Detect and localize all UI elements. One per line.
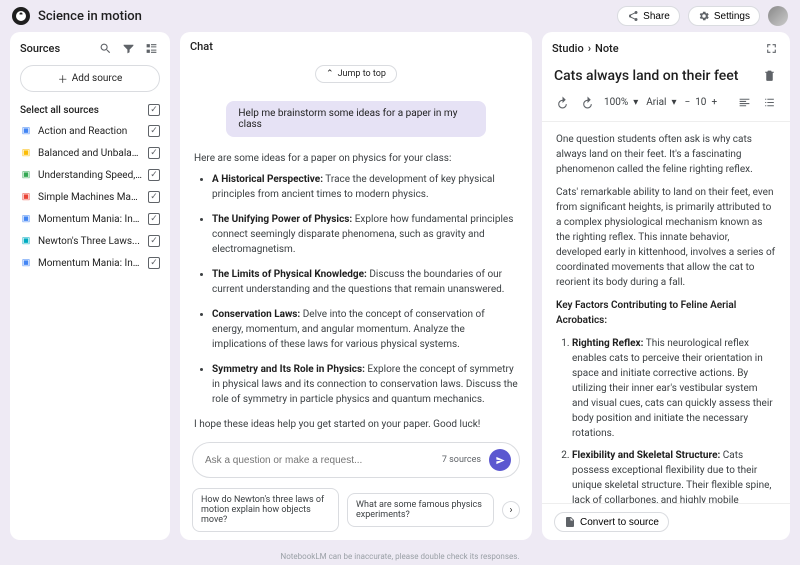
source-item[interactable]: ▣ Simple Machines Make Work Easier... [10, 186, 170, 208]
studio-panel: Studio › Note Cats always land on their … [542, 32, 790, 540]
select-all-row[interactable]: Select all sources [10, 100, 170, 120]
chat-input-container: 7 sources [192, 442, 520, 478]
share-label: Share [643, 11, 670, 22]
doc-icon: ▣ [20, 213, 32, 225]
source-item[interactable]: ▣ Momentum Mania: Investigating th... [10, 208, 170, 230]
doc-icon: ▣ [20, 235, 32, 247]
chat-input[interactable] [205, 455, 434, 466]
source-list: ▣ Action and Reaction ▣ Balanced and Unb… [10, 120, 170, 274]
breadcrumb-leaf: Note [595, 42, 619, 55]
source-checkbox[interactable] [148, 191, 160, 203]
zoom-control[interactable]: 100% ▾ [604, 97, 638, 108]
note-list-item: Flexibility and Skeletal Structure: Cats… [572, 448, 776, 503]
chevron-down-icon: ▾ [633, 97, 638, 108]
assistant-bullet: Conservation Laws: Delve into the concep… [212, 307, 518, 352]
convert-to-source-button[interactable]: Convert to source [554, 512, 669, 532]
doc-icon: ▣ [20, 125, 32, 137]
note-title[interactable]: Cats always land on their feet [554, 68, 761, 84]
assistant-bullet: A Historical Perspective: Trace the deve… [212, 172, 518, 202]
source-checkbox[interactable] [148, 257, 160, 269]
send-button[interactable] [489, 449, 511, 471]
assistant-outro: I hope these ideas help you get started … [194, 417, 518, 432]
note-body[interactable]: One question students often ask is why c… [542, 122, 790, 503]
source-name: Momentum Mania: Investigating th... [38, 258, 142, 269]
source-item[interactable]: ▣ Understanding Speed, Velocity and... [10, 164, 170, 186]
share-button[interactable]: Share [617, 6, 680, 26]
topbar: Science in motion Share Settings [0, 0, 800, 32]
align-icon[interactable] [736, 94, 753, 111]
app-logo [12, 7, 30, 25]
doc-icon: ▣ [20, 169, 32, 181]
sources-panel: Sources ＋ Add source Select all sources … [10, 32, 170, 540]
expand-icon[interactable] [763, 40, 780, 57]
note-list-item: Righting Reflex: This neurological refle… [572, 336, 776, 441]
source-checkbox[interactable] [148, 125, 160, 137]
suggestions-next-button[interactable]: › [502, 501, 520, 519]
view-icon[interactable] [143, 40, 160, 57]
jump-label: Jump to top [338, 69, 386, 79]
source-checkbox[interactable] [148, 235, 160, 247]
breadcrumb: Studio › Note [552, 42, 619, 55]
add-source-label: Add source [72, 73, 123, 84]
suggestions-row: How do Newton's three laws of motion exp… [180, 482, 532, 540]
add-source-button[interactable]: ＋ Add source [20, 65, 160, 92]
convert-label: Convert to source [580, 517, 659, 528]
source-checkbox[interactable] [148, 147, 160, 159]
assistant-bullet: Symmetry and Its Role in Physics: Explor… [212, 362, 518, 407]
breadcrumb-root[interactable]: Studio [552, 42, 584, 55]
assistant-message: Here are some ideas for a paper on physi… [194, 151, 518, 434]
chevron-down-icon: ▾ [671, 97, 676, 108]
assistant-bullet: The Limits of Physical Knowledge: Discus… [212, 267, 518, 297]
search-icon[interactable] [97, 40, 114, 57]
source-name: Action and Reaction [38, 126, 142, 137]
note-p1: One question students often ask is why c… [556, 132, 776, 177]
chevron-right-icon: › [588, 42, 591, 55]
font-control[interactable]: Arial ▾ [646, 97, 676, 108]
source-item[interactable]: ▣ Balanced and Unbalanced ds [10, 142, 170, 164]
doc-icon: ▣ [20, 147, 32, 159]
source-item[interactable]: ▣ Newton's Three Laws... [10, 230, 170, 252]
user-avatar[interactable] [768, 6, 788, 26]
source-item[interactable]: ▣ Momentum Mania: Investigating th... [10, 252, 170, 274]
font-size-control[interactable]: − 10 + [684, 97, 717, 108]
source-name: Simple Machines Make Work Easier... [38, 192, 142, 203]
app-title: Science in motion [38, 9, 142, 24]
suggestion-1[interactable]: How do Newton's three laws of motion exp… [192, 488, 339, 532]
source-name: Momentum Mania: Investigating th... [38, 214, 142, 225]
doc-icon: ▣ [20, 191, 32, 203]
source-name: Newton's Three Laws... [38, 236, 142, 247]
doc-icon: ▣ [20, 257, 32, 269]
list-icon[interactable] [761, 94, 778, 111]
user-message: Help me brainstorm some ideas for a pape… [226, 101, 485, 137]
filter-icon[interactable] [120, 40, 137, 57]
plus-icon: ＋ [58, 71, 68, 86]
select-all-label: Select all sources [20, 105, 148, 116]
select-all-checkbox[interactable] [148, 104, 160, 116]
redo-icon[interactable] [579, 94, 596, 111]
delete-icon[interactable] [761, 67, 778, 84]
settings-label: Settings [714, 11, 750, 22]
chat-panel: Chat ⌃ Jump to top Help me brainstorm so… [180, 32, 532, 540]
chat-header: Chat [190, 40, 213, 53]
assistant-bullet: The Unifying Power of Physics: Explore h… [212, 212, 518, 257]
source-count-label: 7 sources [442, 455, 481, 465]
source-checkbox[interactable] [148, 213, 160, 225]
source-item[interactable]: ▣ Action and Reaction [10, 120, 170, 142]
note-h1: Key Factors Contributing to Feline Aeria… [556, 298, 776, 328]
source-checkbox[interactable] [148, 169, 160, 181]
jump-to-top-button[interactable]: ⌃ Jump to top [315, 65, 397, 83]
chat-body: ⌃ Jump to top Help me brainstorm some id… [180, 61, 532, 434]
chevron-up-icon: ⌃ [326, 69, 334, 79]
note-p2: Cats' remarkable ability to land on thei… [556, 185, 776, 290]
undo-icon[interactable] [554, 94, 571, 111]
note-toolbar: 100% ▾ Arial ▾ − 10 + [542, 90, 790, 122]
source-name: Balanced and Unbalanced ds [38, 148, 142, 159]
settings-button[interactable]: Settings [688, 6, 760, 26]
source-name: Understanding Speed, Velocity and... [38, 170, 142, 181]
sources-header: Sources [20, 42, 60, 55]
assistant-intro: Here are some ideas for a paper on physi… [194, 151, 518, 166]
footer-disclaimer: NotebookLM can be inaccurate, please dou… [0, 550, 800, 565]
suggestion-2[interactable]: What are some famous physics experiments… [347, 493, 494, 527]
